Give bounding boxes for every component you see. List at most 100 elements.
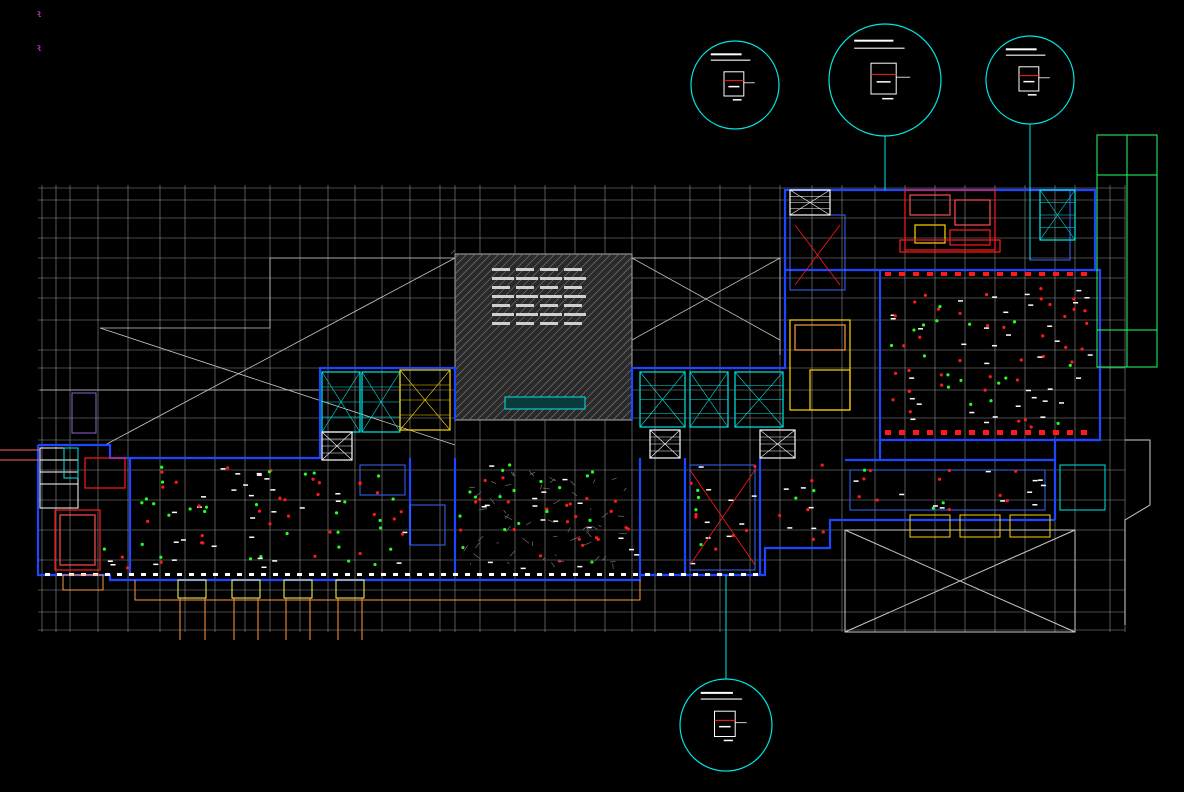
fixture-dot bbox=[311, 477, 315, 481]
fixture-dot bbox=[689, 481, 693, 485]
column-marker bbox=[1011, 272, 1017, 276]
fixture-dot bbox=[538, 554, 543, 558]
light-fixture bbox=[532, 505, 538, 507]
facade-column bbox=[117, 573, 122, 576]
fixture-dot bbox=[146, 519, 150, 523]
fixture-dot bbox=[959, 378, 963, 383]
callout-label-mark bbox=[876, 81, 891, 83]
fixture-dot bbox=[174, 480, 178, 484]
fixture-dot bbox=[501, 468, 505, 472]
column-marker bbox=[913, 272, 919, 276]
fixture-dot bbox=[714, 547, 718, 551]
light-fixture bbox=[256, 472, 262, 475]
column-marker bbox=[1025, 430, 1031, 435]
column-marker bbox=[885, 430, 891, 435]
light-fixture bbox=[1042, 400, 1048, 402]
fixture-dot bbox=[286, 514, 291, 518]
fixture-dot bbox=[283, 498, 287, 502]
fixture-dot bbox=[152, 502, 156, 506]
atrium-label-mark bbox=[540, 304, 558, 307]
fixture-dot bbox=[806, 508, 810, 512]
fixture-dot bbox=[811, 537, 815, 541]
light-fixture bbox=[1084, 297, 1090, 299]
facade-column bbox=[429, 573, 434, 576]
fixture-dot bbox=[474, 500, 478, 504]
fixture-dot bbox=[517, 521, 521, 526]
atrium-label-mark bbox=[564, 286, 582, 289]
light-fixture bbox=[1047, 325, 1053, 327]
light-fixture bbox=[751, 495, 757, 497]
light-fixture bbox=[171, 559, 177, 561]
light-fixture bbox=[983, 421, 989, 424]
facade-column bbox=[177, 573, 182, 576]
light-fixture bbox=[110, 564, 116, 566]
light-fixture bbox=[1037, 479, 1043, 481]
light-fixture bbox=[257, 557, 263, 560]
light-fixture bbox=[1059, 402, 1065, 404]
light-fixture bbox=[726, 535, 732, 538]
callout-ref-mark bbox=[882, 97, 894, 100]
fixture-dot bbox=[285, 531, 289, 536]
fixture-dot bbox=[1048, 302, 1052, 307]
facade-column bbox=[333, 573, 338, 576]
fixture-dot bbox=[343, 500, 347, 504]
light-fixture bbox=[487, 561, 493, 564]
fixture-dot bbox=[512, 488, 516, 493]
fixture-dot bbox=[857, 495, 861, 499]
fixture-dot bbox=[1063, 314, 1067, 319]
fixture-dot bbox=[1002, 325, 1006, 329]
fixture-dot bbox=[391, 497, 395, 501]
atrium-label-mark bbox=[516, 277, 538, 280]
light-fixture bbox=[1005, 334, 1011, 336]
callout-subtitle-mark bbox=[710, 59, 751, 61]
callout-ref-mark bbox=[723, 739, 733, 742]
fixture-dot bbox=[1080, 347, 1084, 351]
light-fixture bbox=[634, 554, 640, 556]
fixture-dot bbox=[313, 554, 317, 558]
light-fixture bbox=[335, 500, 341, 502]
light-fixture bbox=[235, 473, 241, 475]
fixture-dot bbox=[358, 482, 362, 486]
facade-column bbox=[717, 573, 722, 576]
light-fixture bbox=[1037, 356, 1043, 358]
light-fixture bbox=[335, 493, 341, 495]
callout-title-mark bbox=[700, 691, 733, 694]
fixture-dot bbox=[609, 509, 613, 513]
fixture-dot bbox=[120, 555, 124, 559]
facade-column bbox=[609, 573, 614, 576]
light-fixture bbox=[1000, 500, 1006, 502]
fixture-dot bbox=[985, 323, 990, 328]
facade-column bbox=[573, 573, 578, 576]
fixture-dot bbox=[744, 528, 749, 533]
light-fixture bbox=[991, 344, 997, 347]
light-fixture bbox=[992, 296, 998, 298]
fixture-dot bbox=[316, 492, 320, 497]
fixture-dot bbox=[204, 505, 209, 509]
light-fixture bbox=[1076, 289, 1082, 292]
fixture-dot bbox=[1029, 425, 1033, 429]
light-fixture bbox=[261, 566, 267, 569]
fixture-dot bbox=[988, 375, 992, 379]
fixture-dot bbox=[946, 373, 950, 377]
column-marker bbox=[997, 272, 1003, 276]
fixture-dot bbox=[935, 319, 939, 323]
light-fixture bbox=[961, 343, 967, 346]
fixture-dot bbox=[161, 485, 165, 489]
light-fixture bbox=[1003, 311, 1009, 314]
fixture-dot bbox=[159, 560, 163, 564]
fixture-dot bbox=[577, 537, 581, 541]
cad-floor-plan-drawing[interactable]: ł ł bbox=[0, 0, 1184, 792]
fixture-dot bbox=[498, 495, 502, 499]
light-fixture bbox=[1040, 416, 1046, 418]
fixture-dot bbox=[568, 502, 572, 506]
facade-column bbox=[753, 573, 758, 576]
facade-column bbox=[537, 573, 542, 576]
facade-column bbox=[381, 573, 386, 576]
fixture-dot bbox=[983, 388, 987, 392]
facade-column bbox=[453, 573, 458, 576]
fixture-dot bbox=[375, 491, 380, 495]
atrium-label-mark bbox=[492, 322, 510, 325]
fixture-dot bbox=[347, 559, 351, 563]
callout-title-mark bbox=[1005, 48, 1037, 51]
facade-column bbox=[249, 573, 254, 576]
